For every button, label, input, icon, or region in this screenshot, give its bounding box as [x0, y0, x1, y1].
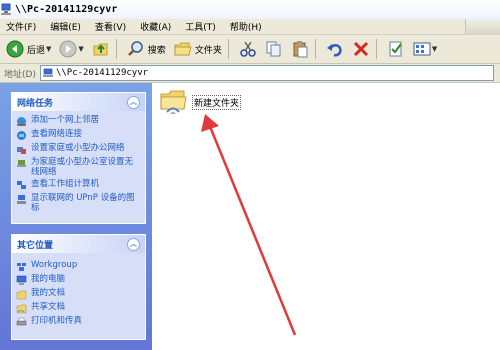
task-label: 显示联网的 UPnP 设备的图标 [31, 193, 135, 213]
folders-button[interactable]: 文件夹 [172, 37, 224, 61]
views-icon [413, 42, 431, 56]
menu-edit[interactable]: 编辑(E) [50, 20, 81, 33]
upnp-devices-icon [17, 195, 26, 204]
folder-up-icon [93, 43, 108, 56]
other-places-header[interactable]: 其它位置 ︽ [12, 235, 145, 253]
task-label: 添加一个网上邻居 [31, 115, 100, 125]
menu-view[interactable]: 查看(V) [95, 20, 126, 33]
menu-help[interactable]: 帮助(H) [230, 20, 262, 33]
search-icon [127, 41, 143, 56]
place-label: 打印机和传真 [31, 316, 83, 326]
forward-button[interactable]: ▼ [57, 37, 85, 61]
properties-icon [389, 41, 402, 57]
cut-button[interactable] [237, 37, 259, 61]
paste-icon [293, 41, 308, 58]
collapse-icon[interactable]: ︽ [127, 95, 140, 109]
back-label: 后退 [27, 45, 46, 56]
place-workgroup[interactable]: Workgroup [12, 259, 145, 273]
scissors-icon [240, 41, 256, 57]
back-arrow-icon [6, 40, 24, 58]
task-label: 设置家庭或小型办公网络 [31, 143, 125, 153]
toolbar-separator [115, 39, 117, 59]
task-view-workgroup[interactable]: 查看工作组计算机 [12, 178, 145, 192]
paste-button[interactable] [289, 37, 311, 61]
forward-dropdown-icon[interactable]: ▼ [78, 45, 83, 53]
task-setup-home-network[interactable]: 设置家庭或小型办公网络 [12, 142, 145, 156]
menu-tools[interactable]: 工具(T) [185, 20, 216, 33]
address-label: 地址(D) [4, 69, 36, 80]
network-computer-icon [42, 68, 53, 77]
annotation-arrow [201, 114, 297, 336]
folders-label: 文件夹 [194, 45, 222, 56]
task-view-network-connections[interactable]: 查看网络连接 [12, 128, 145, 142]
folders-icon [174, 42, 192, 56]
toolbar-separator [227, 39, 229, 59]
task-show-upnp[interactable]: 显示联网的 UPnP 设备的图标 [12, 192, 145, 214]
menu-file[interactable]: 文件(F) [6, 20, 36, 33]
task-label: 查看工作组计算机 [31, 179, 100, 189]
up-button[interactable] [90, 37, 112, 61]
network-connections-icon [17, 131, 26, 140]
network-tasks-header[interactable]: 网络任务 ︽ [12, 93, 145, 111]
home-network-setup-icon [17, 147, 26, 154]
back-dropdown-icon[interactable]: ▼ [46, 45, 51, 53]
task-add-network-place[interactable]: 添加一个网上邻居 [12, 114, 145, 128]
network-tasks-title: 网络任务 [17, 98, 54, 109]
undo-button[interactable] [324, 37, 346, 61]
task-label: 查看网络连接 [31, 129, 83, 139]
place-label: 共享文档 [31, 302, 66, 312]
place-label: 我的文档 [31, 288, 66, 298]
views-button[interactable]: ▼ [411, 37, 439, 61]
collapse-icon[interactable]: ︽ [127, 237, 140, 251]
window-title: \\Pc-20141129cyvr [15, 4, 118, 15]
search-button[interactable]: 搜索 [125, 37, 168, 61]
workgroup-icon [17, 263, 26, 271]
place-printers-fax[interactable]: 打印机和传真 [12, 315, 145, 329]
workgroup-computers-icon [17, 181, 26, 189]
place-my-computer[interactable]: 我的电脑 [12, 273, 145, 287]
properties-button[interactable] [385, 37, 407, 61]
shared-documents-icon [16, 304, 27, 314]
printers-fax-icon [16, 317, 27, 326]
wireless-network-icon [17, 160, 26, 167]
search-label: 搜索 [147, 45, 166, 56]
windows-logo-icon [465, 19, 500, 34]
toolbar-separator [314, 39, 316, 59]
title-bar: \\Pc-20141129cyvr [0, 0, 500, 19]
shared-folder-icon[interactable] [158, 86, 188, 116]
undo-icon [326, 43, 342, 57]
views-dropdown-icon[interactable]: ▼ [432, 45, 437, 53]
folder-name[interactable]: 新建文件夹 [192, 95, 242, 110]
my-computer-icon [16, 275, 27, 285]
delete-x-icon [353, 41, 368, 57]
delete-button[interactable] [350, 37, 372, 61]
back-button[interactable]: 后退 ▼ [4, 37, 53, 61]
forward-arrow-icon [59, 40, 77, 58]
my-documents-icon [16, 290, 27, 300]
place-shared-documents[interactable]: 共享文档 [12, 301, 145, 315]
network-computer-icon [1, 3, 11, 15]
place-my-documents[interactable]: 我的文档 [12, 287, 145, 301]
address-bar: 地址(D) \\Pc-20141129cyvr [0, 64, 500, 83]
address-value: \\Pc-20141129cyvr [55, 68, 149, 78]
place-label: 我的电脑 [31, 274, 66, 284]
task-setup-wireless[interactable]: 为家庭或小型办公室设置无线网络 [12, 156, 145, 178]
copy-button[interactable] [263, 37, 285, 61]
network-tasks-panel: 网络任务 ︽ 添加一个网上邻居 查看网络连接 设置家庭或小型办公网络 为家庭或小… [11, 92, 146, 224]
add-network-place-icon [17, 117, 26, 126]
other-places-panel: 其它位置 ︽ Workgroup 我的电脑 我的文档 共享文档 打印机和传真 [11, 234, 146, 340]
task-pane: 网络任务 ︽ 添加一个网上邻居 查看网络连接 设置家庭或小型办公网络 为家庭或小… [0, 83, 152, 350]
address-input[interactable]: \\Pc-20141129cyvr [39, 65, 494, 81]
other-places-title: 其它位置 [17, 240, 54, 251]
toolbar: 后退 ▼ ▼ 搜索 文件夹 ▼ [0, 35, 500, 64]
toolbar-separator [375, 39, 377, 59]
place-label: Workgroup [31, 260, 78, 270]
copy-icon [266, 41, 281, 57]
menu-bar: 文件(F) 编辑(E) 查看(V) 收藏(A) 工具(T) 帮助(H) [0, 19, 500, 35]
menu-favorites[interactable]: 收藏(A) [140, 20, 171, 33]
task-label: 为家庭或小型办公室设置无线网络 [31, 157, 134, 177]
